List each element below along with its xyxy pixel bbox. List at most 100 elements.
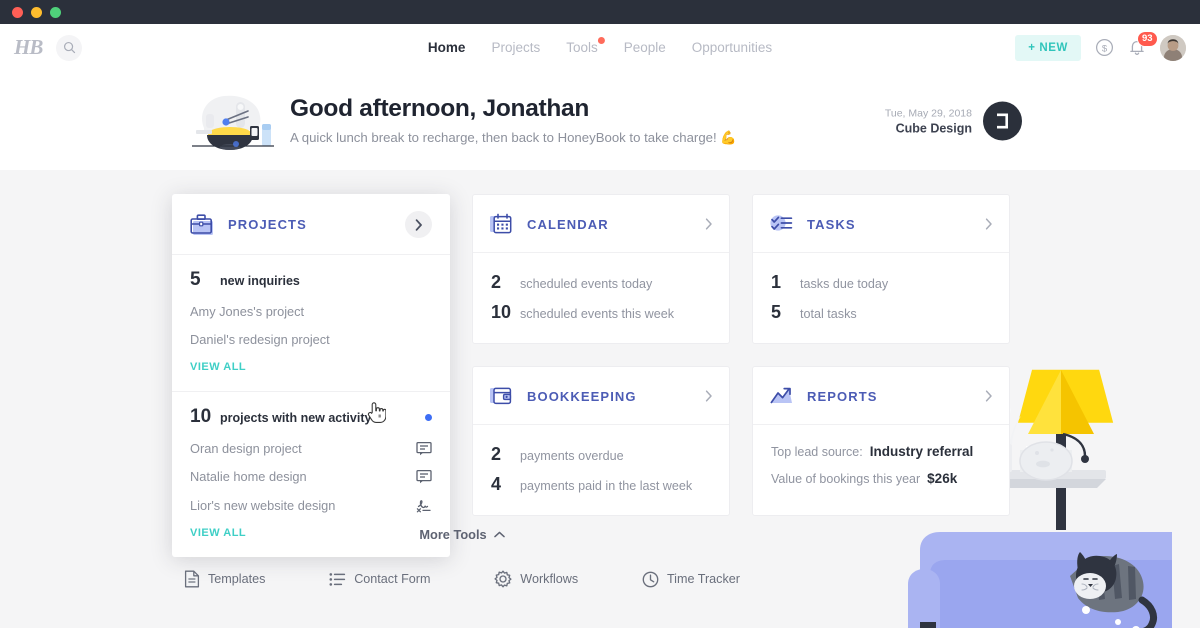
projects-section-inquiries: 5 new inquiries Amy Jones's project Dani… (172, 255, 450, 391)
comment-icon (416, 441, 432, 456)
bookkeeping-card: BOOKKEEPING 2 payments overdue (472, 366, 730, 516)
tools-notification-dot-icon (598, 37, 605, 44)
dashboard-main: PROJECTS 5 new inquiries Amy Jones's pro (0, 170, 1200, 628)
svg-text:$: $ (1102, 43, 1108, 54)
window-maximize-button[interactable] (50, 7, 61, 18)
reports-card-title: REPORTS (807, 389, 878, 404)
list-item[interactable]: Amy Jones's project (190, 304, 432, 319)
window-titlebar (0, 0, 1200, 24)
chevron-right-icon (985, 218, 993, 230)
user-avatar[interactable] (1160, 35, 1186, 61)
tasks-card: TASKS 1 tasks due today (752, 194, 1010, 344)
activity-label: projects with new activity (220, 411, 371, 425)
nav-item-people[interactable]: People (624, 40, 666, 55)
pointing-hand-cursor (366, 400, 386, 424)
greeting-text: Good afternoon, Jonathan A quick lunch b… (290, 95, 737, 145)
tool-contact-form[interactable]: Contact Form (329, 570, 430, 588)
report-row: Top lead source: Industry referral (771, 444, 991, 459)
project-name: Amy Jones's project (190, 304, 304, 319)
company-logo[interactable] (983, 101, 1022, 140)
notifications-button[interactable]: 93 (1128, 38, 1146, 57)
top-navbar: HB Home Projects Tools People Opportunit… (0, 24, 1200, 71)
more-tools-section: More Tools Templates (172, 526, 752, 588)
list-item[interactable]: Oran design project (190, 441, 432, 456)
chevron-right-icon (985, 390, 993, 402)
tasks-card-expand-button[interactable] (985, 218, 993, 230)
stats-grid-row-1: CALENDAR 2 scheduled events today (472, 194, 1010, 344)
clock-icon (642, 571, 659, 588)
nav-item-home[interactable]: Home (428, 40, 466, 55)
list-item[interactable]: Natalie home design (190, 469, 432, 484)
navbar-left: HB (14, 35, 82, 61)
reports-card-header[interactable]: REPORTS (753, 367, 1009, 425)
navbar-menu: Home Projects Tools People Opportunities (428, 40, 772, 55)
list-item[interactable]: Lior's new website design (190, 497, 432, 513)
calendar-card-header[interactable]: CALENDAR (473, 195, 729, 253)
projects-column: PROJECTS 5 new inquiries Amy Jones's pro (172, 194, 450, 557)
greeting-header: Good afternoon, Jonathan A quick lunch b… (0, 71, 1200, 170)
tools-list: Templates Contact Form (172, 570, 752, 588)
greeting-subtitle: A quick lunch break to recharge, then ba… (290, 130, 737, 146)
comment-icon (416, 469, 432, 484)
more-tools-toggle[interactable]: More Tools (419, 527, 504, 542)
stat-label: total tasks (800, 307, 857, 321)
tasks-card-header[interactable]: TASKS (753, 195, 1009, 253)
project-name: Lior's new website design (190, 498, 335, 513)
calendar-card-expand-button[interactable] (705, 218, 713, 230)
payments-button[interactable]: $ (1095, 38, 1114, 57)
inquiries-view-all-link[interactable]: VIEW ALL (190, 361, 246, 373)
projects-card-header[interactable]: PROJECTS (172, 194, 450, 255)
greeting-title: Good afternoon, Jonathan (290, 95, 737, 123)
project-name: Natalie home design (190, 469, 307, 484)
dashboard-cards: PROJECTS 5 new inquiries Amy Jones's pro (0, 170, 1200, 557)
bookkeeping-card-header[interactable]: BOOKKEEPING (473, 367, 729, 425)
chevron-up-icon (494, 531, 505, 538)
list-item[interactable]: Daniel's redesign project (190, 332, 432, 347)
nav-item-tools[interactable]: Tools (566, 40, 598, 55)
company-info: Tue, May 29, 2018 Cube Design (885, 101, 1022, 140)
window-close-button[interactable] (12, 7, 23, 18)
tasks-card-body: 1 tasks due today 5 total tasks (753, 253, 1009, 343)
projects-card: PROJECTS 5 new inquiries Amy Jones's pro (172, 194, 450, 557)
chevron-right-icon (705, 390, 713, 402)
avatar-image (1160, 35, 1186, 61)
tool-templates[interactable]: Templates (184, 570, 265, 588)
calendar-card: CALENDAR 2 scheduled events today (472, 194, 730, 344)
lunch-bowl-illustration (190, 88, 276, 154)
cube-design-logo-icon (994, 112, 1011, 129)
window-minimize-button[interactable] (31, 7, 42, 18)
activity-heading: 10 projects with new activity (190, 406, 432, 428)
calendar-card-title: CALENDAR (527, 217, 609, 232)
nav-label-people: People (624, 40, 666, 55)
stat-value: 2 (491, 272, 520, 293)
report-label: Value of bookings this year (771, 472, 920, 486)
stat-row: 2 payments overdue (491, 444, 711, 465)
nav-label-projects: Projects (491, 40, 540, 55)
tool-workflows[interactable]: Workflows (494, 570, 578, 588)
honeybook-logo[interactable]: HB (14, 35, 42, 60)
stat-value: 5 (771, 302, 800, 323)
search-icon (63, 41, 76, 54)
company-meta: Tue, May 29, 2018 Cube Design (885, 105, 972, 135)
activity-status-dot-icon (425, 414, 432, 421)
nav-item-projects[interactable]: Projects (491, 40, 540, 55)
inquiries-count: 5 (190, 269, 220, 291)
stat-row: 1 tasks due today (771, 272, 991, 293)
chevron-right-icon (705, 218, 713, 230)
signature-icon (415, 497, 432, 513)
checklist-icon (769, 211, 795, 237)
inquiries-heading: 5 new inquiries (190, 269, 432, 291)
bookkeeping-card-expand-button[interactable] (705, 390, 713, 402)
projects-card-expand-button[interactable] (405, 211, 432, 238)
nav-label-tools: Tools (566, 40, 598, 55)
search-button[interactable] (56, 35, 82, 61)
report-label: Top lead source: (771, 445, 863, 459)
reports-card: REPORTS Top lead source: Industry referr… (752, 366, 1010, 516)
new-button[interactable]: + NEW (1015, 35, 1081, 61)
tool-time-tracker[interactable]: Time Tracker (642, 570, 740, 588)
reports-card-body: Top lead source: Industry referral Value… (753, 425, 1009, 506)
nav-item-opportunities[interactable]: Opportunities (692, 40, 772, 55)
reports-card-expand-button[interactable] (985, 390, 993, 402)
project-name: Daniel's redesign project (190, 332, 330, 347)
stat-label: scheduled events this week (520, 307, 674, 321)
